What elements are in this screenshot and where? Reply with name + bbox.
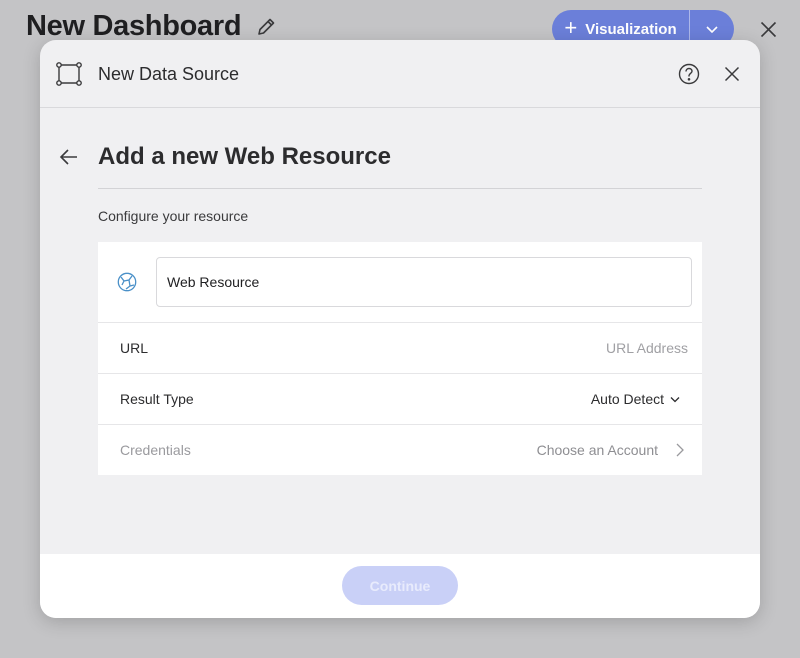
credentials-value: Choose an Account bbox=[536, 442, 658, 458]
result-type-select[interactable]: Auto Detect bbox=[591, 391, 688, 407]
dashboard-close-icon[interactable] bbox=[760, 21, 777, 43]
chevron-down-icon bbox=[670, 396, 680, 402]
result-type-row[interactable]: Result Type Auto Detect bbox=[98, 374, 702, 425]
resource-name-input[interactable] bbox=[156, 257, 692, 307]
dialog-close-icon[interactable] bbox=[724, 66, 740, 87]
url-row: URL bbox=[98, 323, 702, 374]
edit-pencil-icon[interactable] bbox=[255, 16, 277, 38]
result-type-label: Result Type bbox=[120, 391, 194, 407]
dialog-header: New Data Source bbox=[40, 40, 760, 108]
help-icon[interactable] bbox=[678, 63, 700, 90]
dialog-footer: Continue bbox=[40, 554, 760, 618]
resource-name-row bbox=[98, 242, 702, 323]
globe-icon bbox=[117, 272, 137, 297]
page-heading: Add a new Web Resource bbox=[98, 143, 391, 170]
dashboard-header: New Dashboard bbox=[26, 10, 277, 43]
resource-config-card: URL Result Type Auto Detect Credentials … bbox=[98, 242, 702, 475]
back-arrow-icon[interactable] bbox=[59, 148, 79, 171]
credentials-row[interactable]: Credentials Choose an Account bbox=[98, 425, 702, 475]
data-source-icon bbox=[56, 62, 82, 91]
dashboard-title: New Dashboard bbox=[26, 10, 242, 42]
dialog-title: New Data Source bbox=[98, 64, 240, 84]
credentials-label: Credentials bbox=[120, 442, 191, 458]
chevron-down-icon bbox=[706, 26, 718, 34]
continue-button[interactable]: Continue bbox=[342, 566, 458, 605]
result-type-value: Auto Detect bbox=[590, 391, 664, 407]
heading-divider bbox=[98, 188, 702, 189]
new-data-source-dialog: New Data Source Add a new Web Resource C… bbox=[40, 40, 760, 618]
credentials-select[interactable]: Choose an Account bbox=[537, 442, 688, 458]
plus-icon: + bbox=[564, 15, 578, 40]
url-label: URL bbox=[120, 340, 149, 356]
url-input[interactable] bbox=[388, 340, 688, 356]
visualization-label: Visualization bbox=[585, 20, 677, 38]
chevron-right-icon bbox=[676, 443, 684, 457]
configure-subtitle: Configure your resource bbox=[98, 208, 249, 224]
